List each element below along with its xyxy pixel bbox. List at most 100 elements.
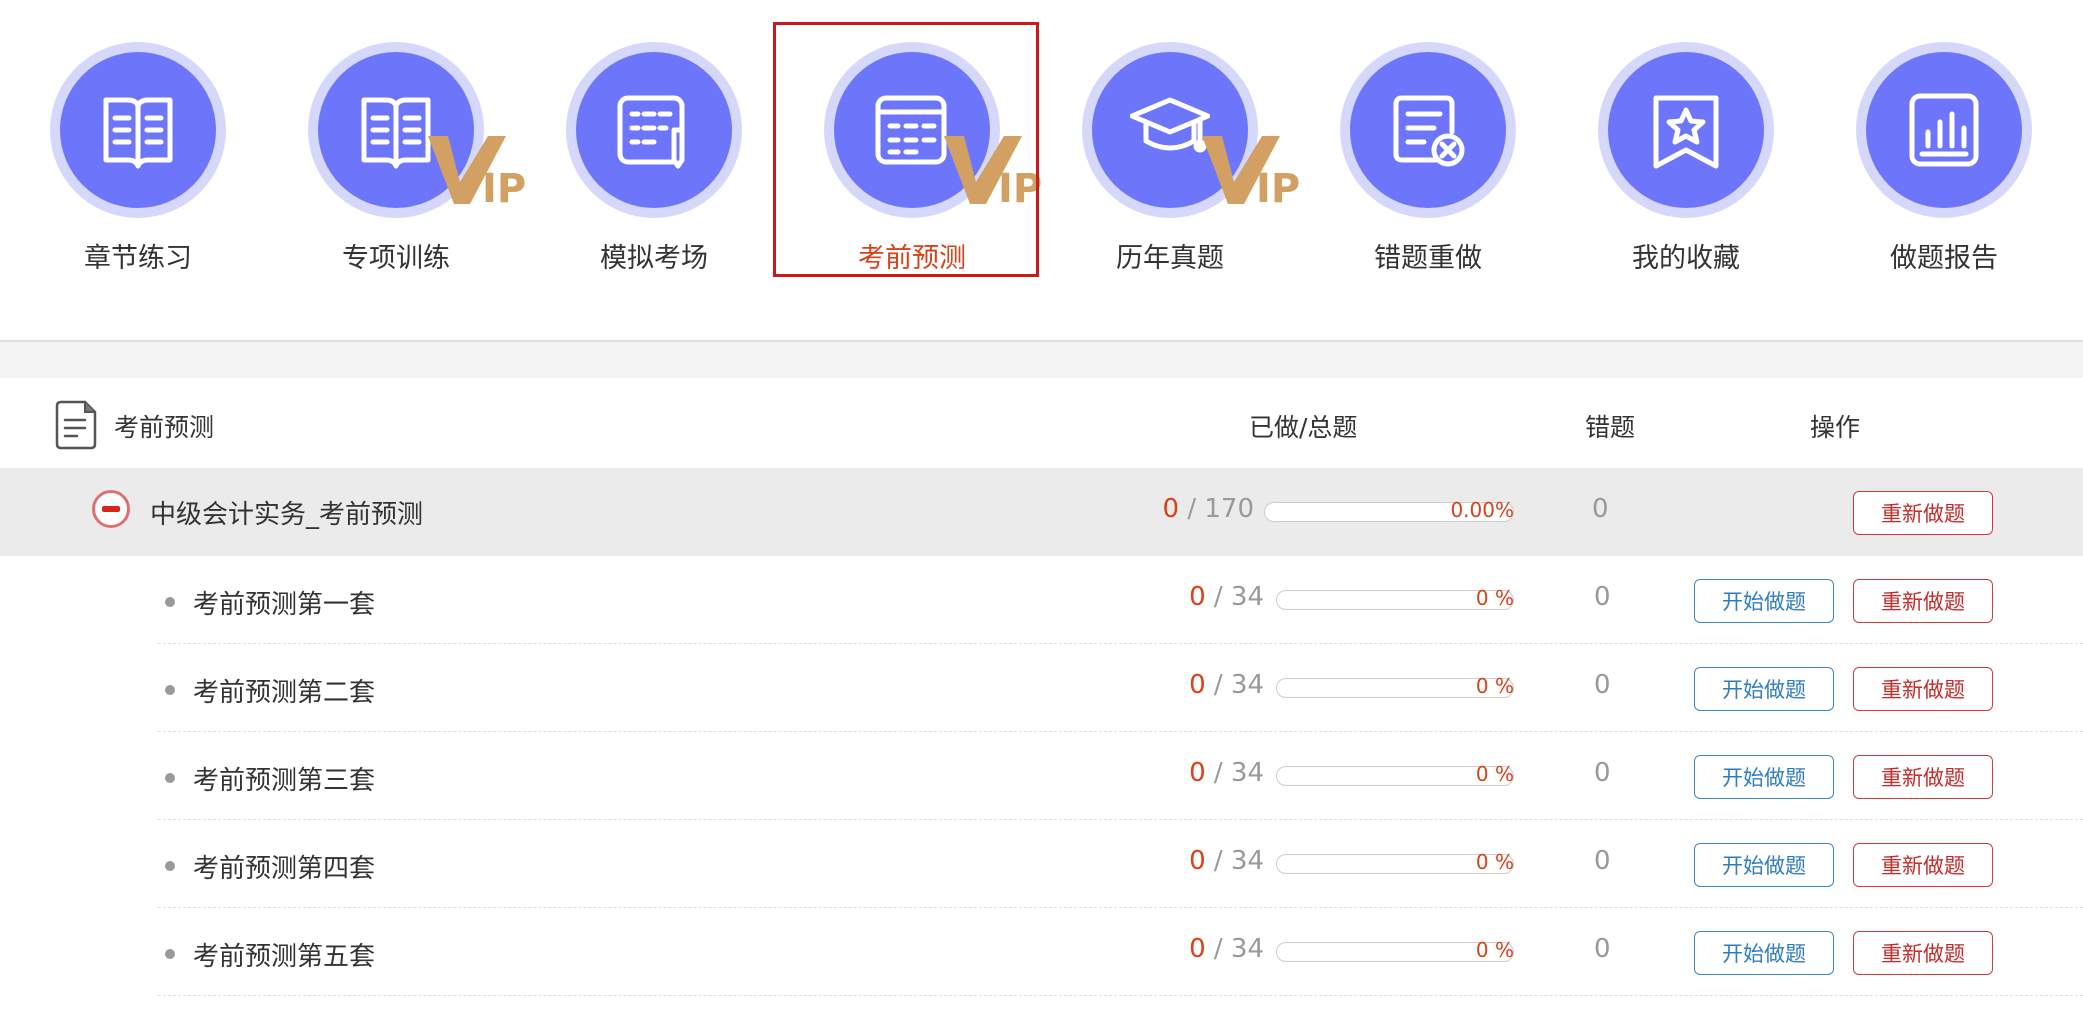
nav-icon-circle — [1340, 42, 1516, 218]
set-title: 考前预测第五套 — [193, 942, 376, 972]
redo-button[interactable]: 重新做题 — [1853, 491, 1993, 535]
count-separator: / — [1205, 934, 1231, 964]
redo-button[interactable]: 重新做题 — [1853, 579, 1993, 623]
bar-report-icon — [1909, 93, 1979, 167]
column-header-wrong: 错题 — [1585, 413, 1636, 442]
column-header-progress: 已做/总题 — [1249, 413, 1358, 442]
wrong-count: 0 — [1594, 934, 1611, 964]
total-count: 34 — [1230, 758, 1264, 788]
list-item: 考前预测第三套 0 / 34 0 % 0 开始做题 重新做题 — [0, 732, 2083, 820]
list-item: 考前预测第一套 0 / 34 0 % 0 开始做题 重新做题 — [0, 556, 2083, 644]
set-title: 考前预测第四套 — [193, 854, 376, 884]
vip-badge-icon: IP — [944, 136, 1042, 206]
nav-label: 章节练习 — [84, 243, 192, 274]
start-button[interactable]: 开始做题 — [1694, 931, 1834, 975]
calendar-list-icon — [875, 95, 947, 165]
nav-item-mock-exam[interactable]: 模拟考场 — [516, 0, 774, 300]
collapse-icon[interactable] — [92, 490, 130, 528]
progress-count: 0 / 34 — [1189, 846, 1264, 876]
section-divider — [0, 340, 2083, 378]
count-separator: / — [1205, 846, 1231, 876]
done-count: 0 — [1162, 494, 1180, 524]
bullet-icon — [165, 773, 175, 783]
nav-icon-circle — [1856, 42, 2032, 218]
done-count: 0 — [1189, 934, 1206, 964]
progress-count: 0 / 34 — [1189, 582, 1264, 612]
nav-item-past-exams[interactable]: IP 历年真题 — [1032, 0, 1300, 300]
nav-item-practice-report[interactable]: 做题报告 — [1806, 0, 2064, 300]
list-item: 考前预测第四套 0 / 34 0 % 0 开始做题 重新做题 — [0, 820, 2083, 908]
wrong-count: 0 — [1594, 670, 1611, 700]
wrong-count: 0 — [1594, 846, 1611, 876]
nav-label: 错题重做 — [1374, 243, 1482, 274]
done-count: 0 — [1189, 846, 1206, 876]
nav-item-pre-exam-forecast[interactable]: IP 考前预测 — [773, 0, 1042, 300]
start-button[interactable]: 开始做题 — [1694, 579, 1834, 623]
count-separator: / — [1179, 494, 1205, 524]
count-separator: / — [1205, 758, 1231, 788]
nav-label: 专项训练 — [342, 243, 450, 274]
nav-icon-circle — [566, 42, 742, 218]
progress-percent: 0 % — [1475, 938, 1514, 962]
nav-icon-circle: IP — [308, 42, 526, 218]
book-icon — [361, 97, 431, 169]
bullet-icon — [165, 861, 175, 871]
count-separator: / — [1205, 582, 1231, 612]
set-title: 考前预测第一套 — [193, 590, 376, 620]
nav-icon-circle — [1598, 42, 1774, 218]
done-count: 0 — [1189, 582, 1206, 612]
wrong-count: 0 — [1594, 758, 1611, 788]
total-count: 34 — [1230, 670, 1264, 700]
start-button[interactable]: 开始做题 — [1694, 755, 1834, 799]
graduation-cap-icon — [1130, 97, 1210, 153]
vip-badge-icon: IP — [428, 136, 526, 206]
column-header-action: 操作 — [1810, 413, 1861, 442]
module-nav: 章节练习 IP 专项训练 模拟考场 IP 考前预测 IP 历年真题 错题重做 我… — [0, 0, 2083, 340]
count-separator: / — [1205, 670, 1231, 700]
list-item: 考前预测第五套 0 / 34 0 % 0 开始做题 重新做题 — [0, 908, 2083, 996]
group-row: 中级会计实务_考前预测 0 / 170 0.00% 0 重新做题 — [0, 468, 2083, 556]
progress-count: 0 / 34 — [1189, 758, 1264, 788]
nav-item-chapter-practice[interactable]: 章节练习 — [0, 0, 258, 300]
nav-item-redo-wrong[interactable]: 错题重做 — [1290, 0, 1548, 300]
redo-button[interactable]: 重新做题 — [1853, 667, 1993, 711]
progress-percent: 0 % — [1475, 586, 1514, 610]
done-count: 0 — [1189, 758, 1206, 788]
progress-percent: 0.00% — [1450, 498, 1514, 522]
nav-label: 我的收藏 — [1632, 243, 1740, 274]
total-count: 170 — [1204, 494, 1254, 524]
document-icon — [55, 400, 97, 450]
nav-label: 做题报告 — [1890, 243, 1998, 274]
progress-count: 0 / 170 — [1163, 494, 1254, 524]
nav-item-special-training[interactable]: IP 专项训练 — [258, 0, 526, 300]
nav-label: 模拟考场 — [600, 243, 708, 274]
progress-percent: 0 % — [1475, 762, 1514, 786]
total-count: 34 — [1230, 846, 1264, 876]
total-count: 34 — [1230, 934, 1264, 964]
bullet-icon — [165, 949, 175, 959]
redo-button[interactable]: 重新做题 — [1853, 931, 1993, 975]
book-icon — [103, 97, 173, 169]
nav-label: 考前预测 — [858, 243, 966, 274]
star-bookmark-icon — [1653, 95, 1719, 169]
list-item: 考前预测第二套 0 / 34 0 % 0 开始做题 重新做题 — [0, 644, 2083, 732]
nav-item-my-favorites[interactable]: 我的收藏 — [1548, 0, 1806, 300]
total-count: 34 — [1230, 582, 1264, 612]
wrong-count: 0 — [1594, 582, 1611, 612]
done-count: 0 — [1189, 670, 1206, 700]
bullet-icon — [165, 685, 175, 695]
nav-icon-circle: IP — [1082, 42, 1300, 218]
set-title: 考前预测第二套 — [193, 678, 376, 708]
redo-button[interactable]: 重新做题 — [1853, 755, 1993, 799]
set-title: 考前预测第三套 — [193, 766, 376, 796]
nav-label: 历年真题 — [1116, 243, 1224, 274]
nav-icon-circle: IP — [824, 42, 1042, 218]
exam-sheet-icon — [617, 95, 685, 169]
start-button[interactable]: 开始做题 — [1694, 843, 1834, 887]
bullet-icon — [165, 597, 175, 607]
start-button[interactable]: 开始做题 — [1694, 667, 1834, 711]
progress-count: 0 / 34 — [1189, 934, 1264, 964]
progress-percent: 0 % — [1475, 674, 1514, 698]
redo-button[interactable]: 重新做题 — [1853, 843, 1993, 887]
progress-count: 0 / 34 — [1189, 670, 1264, 700]
